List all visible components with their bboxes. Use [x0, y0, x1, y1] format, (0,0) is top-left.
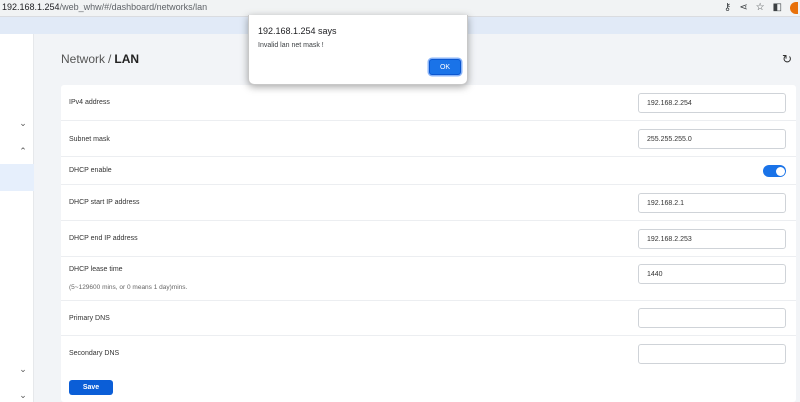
- sidepanel-icon[interactable]: ◧: [773, 2, 782, 14]
- star-icon[interactable]: ☆: [756, 2, 765, 14]
- chevron-down-icon[interactable]: ⌄: [18, 390, 28, 400]
- dhcp-lease-input[interactable]: [638, 264, 786, 284]
- ipv4-row: IPv4 address: [61, 85, 796, 121]
- subnet-mask-input[interactable]: [638, 129, 786, 149]
- lan-settings-card: IPv4 address Subnet mask DHCP enable DHC…: [61, 85, 796, 402]
- save-button[interactable]: Save: [69, 380, 113, 395]
- dhcp-lease-hint: (5~129600 mins, or 0 means 1 day)mins.: [69, 284, 188, 291]
- toggle-knob: [775, 166, 785, 176]
- dhcp-enable-label: DHCP enable: [69, 167, 112, 174]
- primary-dns-row: Primary DNS: [61, 301, 796, 336]
- page-title: LAN: [114, 52, 140, 66]
- primary-dns-label: Primary DNS: [69, 315, 110, 322]
- breadcrumb-network[interactable]: Network: [61, 52, 105, 66]
- dhcp-enable-toggle[interactable]: [763, 165, 786, 177]
- ipv4-label: IPv4 address: [69, 99, 110, 106]
- dhcp-lease-row: DHCP lease time (5~129600 mins, or 0 mea…: [61, 257, 796, 301]
- secondary-dns-label: Secondary DNS: [69, 350, 120, 357]
- profile-avatar[interactable]: [790, 2, 798, 14]
- breadcrumb: Network / LAN: [61, 52, 139, 66]
- subnet-row: Subnet mask: [61, 121, 796, 157]
- url-text[interactable]: 192.168.1.254/web_whw/#/dashboard/networ…: [2, 2, 207, 12]
- dialog-message: Invalid lan net mask !: [258, 42, 324, 49]
- key-icon[interactable]: ⚷: [724, 2, 731, 14]
- secondary-dns-input[interactable]: [638, 344, 786, 364]
- chevron-down-icon[interactable]: ⌄: [18, 364, 28, 374]
- dhcp-end-row: DHCP end IP address: [61, 221, 796, 257]
- url-path: /web_whw/#/dashboard/networks/lan: [59, 2, 208, 12]
- subnet-label: Subnet mask: [69, 136, 110, 143]
- dhcp-end-input[interactable]: [638, 229, 786, 249]
- sidebar-item-lan-active[interactable]: [0, 164, 34, 191]
- dhcp-enable-row: DHCP enable: [61, 157, 796, 185]
- dhcp-start-row: DHCP start IP address: [61, 185, 796, 221]
- share-icon[interactable]: ⋖: [739, 2, 747, 14]
- dhcp-end-label: DHCP end IP address: [69, 235, 138, 242]
- ipv4-input[interactable]: [638, 93, 786, 113]
- url-host: 192.168.1.254: [2, 2, 60, 12]
- primary-dns-input[interactable]: [638, 308, 786, 328]
- chevron-up-icon[interactable]: ⌃: [18, 146, 28, 156]
- dialog-title: 192.168.1.254 says: [258, 26, 337, 36]
- sidebar: ⌄ ⌃ ⌄ ⌄: [0, 34, 34, 402]
- dhcp-start-label: DHCP start IP address: [69, 199, 140, 206]
- dhcp-start-input[interactable]: [638, 193, 786, 213]
- dhcp-lease-label: DHCP lease time: [69, 266, 123, 273]
- breadcrumb-separator: /: [108, 52, 112, 66]
- secondary-dns-row: Secondary DNS: [61, 336, 796, 373]
- ok-button[interactable]: OK: [429, 59, 461, 75]
- browser-toolbar-icons: ⚷ ⋖ ☆ ◧: [724, 2, 800, 14]
- alert-dialog: 192.168.1.254 says Invalid lan net mask …: [248, 15, 468, 85]
- refresh-icon[interactable]: ↻: [782, 52, 792, 66]
- chevron-down-icon[interactable]: ⌄: [18, 118, 28, 128]
